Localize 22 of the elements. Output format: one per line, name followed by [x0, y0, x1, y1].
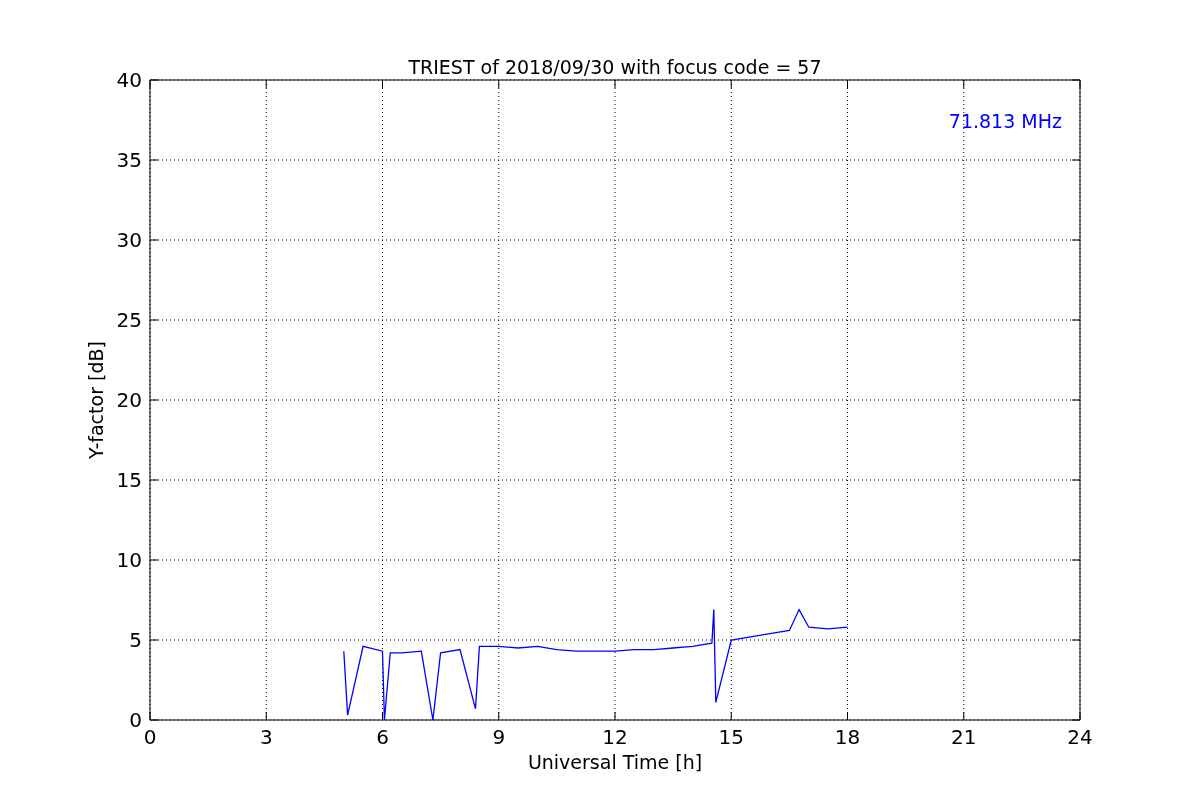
x-tick-label: 21 — [951, 725, 977, 749]
y-tick-label: 0 — [129, 708, 142, 732]
x-tick-label: 18 — [834, 725, 861, 749]
x-tick-label: 15 — [718, 725, 744, 749]
series-label: 71.813 MHz — [948, 110, 1062, 132]
x-tick-label: 12 — [602, 725, 628, 749]
y-tick-label: 20 — [116, 388, 142, 412]
y-tick-label: 35 — [116, 148, 142, 172]
chart-title: TRIEST of 2018/09/30 with focus code = 57 — [408, 56, 822, 78]
x-tick-label: 6 — [376, 725, 389, 749]
y-tick-label: 30 — [116, 228, 142, 252]
x-tick-label: 0 — [143, 725, 157, 749]
x-tick-label: 24 — [1067, 725, 1093, 749]
y-tick-label: 5 — [129, 628, 142, 652]
x-tick-label: 3 — [259, 725, 273, 749]
y-tick-label: 25 — [116, 308, 142, 332]
y-tick-label: 10 — [116, 548, 142, 572]
y-axis-label: Y-factor [dB] — [85, 341, 107, 459]
y-tick-label: 40 — [116, 68, 142, 92]
x-axis-label: Universal Time [h] — [527, 751, 703, 773]
y-tick-label: 15 — [116, 468, 142, 492]
x-tick-label: 9 — [492, 725, 506, 749]
